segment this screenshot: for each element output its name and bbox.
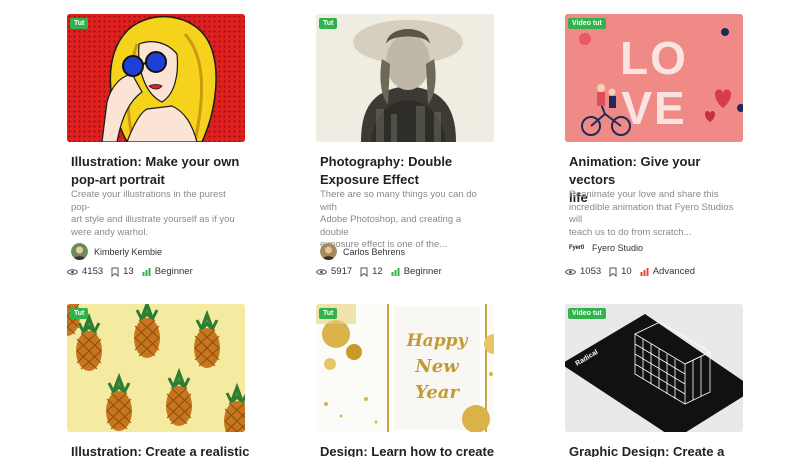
studio-logo: Fyer0 [569,245,585,251]
double-exposure-photo [316,14,494,142]
saves-stat: 13 [111,266,134,277]
thumbnail-animation[interactable]: LO VE Video tut [565,14,743,142]
author-name: Fyero Studio [592,243,644,253]
author-link[interactable]: Carlos Behrens [320,243,405,260]
badge-tut: Tut [319,18,338,29]
card-description: Create your illustrations in the purest … [71,189,243,239]
svg-text:LO: LO [620,32,688,84]
badge-tut: Tut [319,308,338,319]
bookmark-icon [360,267,368,277]
svg-text:VE: VE [621,82,686,134]
happy-text: Happy [406,331,469,351]
level-stat: Beginner [391,266,442,277]
bookmark-icon [111,267,119,277]
pineapple-pattern [67,304,245,432]
title-line: Photography: Double [320,154,453,169]
desc-line: incredible animation that Fyero Studios … [569,201,734,226]
level-bars-icon [640,268,649,276]
eye-icon [316,268,327,275]
level-label: Beginner [403,266,442,277]
views-stat: 4153 [67,266,103,277]
title-line: Graphic Design: Create a [569,444,725,457]
views-count: 4153 [82,266,104,277]
desc-line: There are so many things you can do with [320,189,477,213]
title-line: Exposure Effect [320,172,419,187]
thumbnail-pineapple[interactable]: Tut [67,304,245,432]
author-name: Kimberly Kembie [94,246,163,257]
title-line: pop-art portrait [71,172,165,187]
eye-icon [67,268,78,275]
avatar [320,243,337,260]
title-line: Illustration: Make your own [71,154,240,169]
thumbnail-popart[interactable]: Tut [67,14,245,142]
desc-line: Create your illustrations in the purest … [71,189,226,213]
card-title[interactable]: Illustration: Create a realistic [71,443,251,457]
thumbnail-double-exposure[interactable]: Tut [316,14,494,142]
course-card-animation[interactable]: LO VE Video tut Animation: Give your vec… [565,14,743,277]
badge-video-tut: Video tut [568,308,606,319]
saves-stat: 10 [609,266,632,277]
views-count: 5917 [331,266,353,277]
avatar [71,243,88,260]
course-card-double-exposure[interactable]: Tut Photography: Double Exposure Effect … [316,14,494,277]
level-bars-icon [391,268,400,276]
author-link[interactable]: Kimberly Kembie [71,243,162,260]
love-illustration: LO VE [565,14,743,142]
thumbnail-graphic-design[interactable]: Radical Video tut [565,304,743,432]
saves-stat: 12 [360,266,383,277]
radical-poster: Radical [565,304,743,432]
desc-line: were andy warhol. [71,226,149,238]
title-line: Animation: Give your vectors [569,154,701,187]
saves-count: 13 [123,266,134,277]
badge-tut: Tut [70,308,89,319]
card-title[interactable]: Photography: Double Exposure Effect [320,153,500,189]
course-card-new-year[interactable]: Happy New Year Tut Design: Learn how to … [316,304,494,457]
desc-line: teach us to do from scratch... [569,226,692,238]
card-title[interactable]: Graphic Design: Create a [569,443,749,457]
bookmark-icon [609,267,617,277]
new-year-card: Happy New Year [316,304,494,432]
desc-line: Adobe Photoshop, and creating a double [320,214,462,238]
level-bars-icon [142,268,151,276]
year-text: Year [415,382,460,403]
level-label: Beginner [154,266,193,277]
card-description: Reanimate your love and share this incre… [569,189,741,239]
views-stat: 5917 [316,266,352,277]
new-text: New [414,356,460,377]
desc-line: art style and illustrate yourself as if … [71,214,235,226]
level-stat: Advanced [640,266,695,277]
card-title[interactable]: Illustration: Make your own pop-art port… [71,153,251,189]
level-stat: Beginner [142,266,193,277]
desc-line: Reanimate your love and share this [569,189,719,200]
course-card-popart[interactable]: Tut Illustration: Make your own pop-art … [67,14,245,277]
card-stats: 5917 12 Beginner [316,266,450,277]
badge-tut: Tut [70,18,89,29]
saves-count: 12 [372,266,383,277]
badge-video-tut: Video tut [568,18,606,29]
saves-count: 10 [621,266,632,277]
card-stats: 1053 10 Advanced [565,266,703,277]
views-stat: 1053 [565,266,601,277]
title-line: Design: Learn how to create a [320,444,495,457]
eye-icon [565,268,576,275]
course-card-graphic-design[interactable]: Radical Video tut Graphic Design: Create… [565,304,743,457]
views-count: 1053 [580,266,602,277]
title-line: Illustration: Create a realistic [71,444,250,457]
author-name: Carlos Behrens [343,246,406,257]
card-stats: 4153 13 Beginner [67,266,201,277]
popart-illustration [67,14,245,142]
card-title[interactable]: Design: Learn how to create a [320,443,500,457]
course-card-pineapple[interactable]: Tut Illustration: Create a realistic [67,304,249,457]
author-link[interactable]: Fyer0 Fyero Studio [569,243,643,253]
thumbnail-new-year[interactable]: Happy New Year Tut [316,304,494,432]
level-label: Advanced [652,266,695,277]
